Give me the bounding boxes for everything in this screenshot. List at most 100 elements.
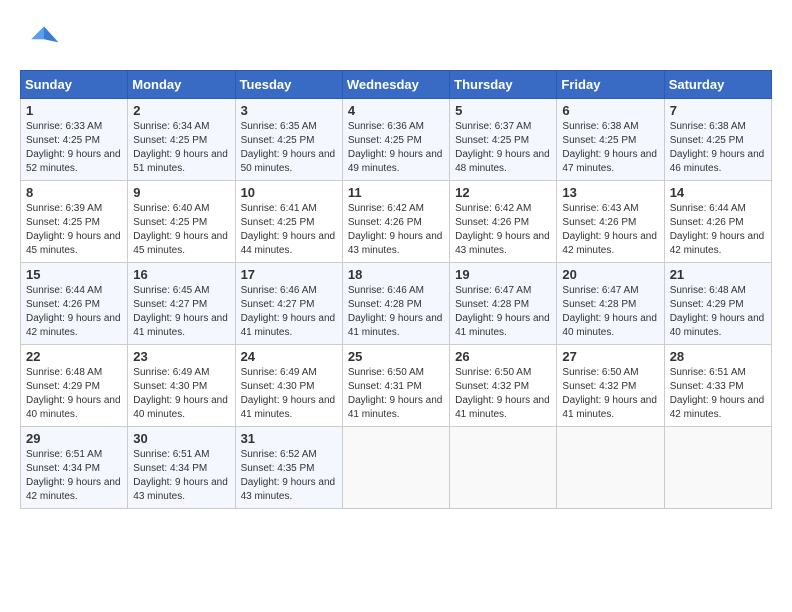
day-info: Sunrise: 6:45 AM Sunset: 4:27 PM Dayligh… (133, 284, 229, 340)
day-number: 19 (455, 267, 551, 282)
day-number: 28 (670, 349, 766, 364)
day-number: 5 (455, 103, 551, 118)
day-info: Sunrise: 6:42 AM Sunset: 4:26 PM Dayligh… (348, 202, 444, 258)
day-info: Sunrise: 6:39 AM Sunset: 4:25 PM Dayligh… (26, 202, 122, 258)
day-number: 29 (26, 431, 122, 446)
calendar-cell: 18 Sunrise: 6:46 AM Sunset: 4:28 PM Dayl… (342, 263, 449, 345)
day-info: Sunrise: 6:43 AM Sunset: 4:26 PM Dayligh… (562, 202, 658, 258)
calendar-cell: 9 Sunrise: 6:40 AM Sunset: 4:25 PM Dayli… (128, 181, 235, 263)
day-number: 15 (26, 267, 122, 282)
day-info: Sunrise: 6:47 AM Sunset: 4:28 PM Dayligh… (562, 284, 658, 340)
day-info: Sunrise: 6:50 AM Sunset: 4:31 PM Dayligh… (348, 366, 444, 422)
day-number: 30 (133, 431, 229, 446)
calendar-cell: 2 Sunrise: 6:34 AM Sunset: 4:25 PM Dayli… (128, 99, 235, 181)
day-number: 27 (562, 349, 658, 364)
calendar-table: SundayMondayTuesdayWednesdayThursdayFrid… (20, 70, 772, 509)
day-info: Sunrise: 6:49 AM Sunset: 4:30 PM Dayligh… (241, 366, 337, 422)
calendar-cell (664, 427, 771, 509)
calendar-cell: 19 Sunrise: 6:47 AM Sunset: 4:28 PM Dayl… (450, 263, 557, 345)
calendar-cell: 3 Sunrise: 6:35 AM Sunset: 4:25 PM Dayli… (235, 99, 342, 181)
weekday-header-tuesday: Tuesday (235, 71, 342, 99)
day-info: Sunrise: 6:33 AM Sunset: 4:25 PM Dayligh… (26, 120, 122, 176)
day-info: Sunrise: 6:50 AM Sunset: 4:32 PM Dayligh… (455, 366, 551, 422)
calendar-cell: 26 Sunrise: 6:50 AM Sunset: 4:32 PM Dayl… (450, 345, 557, 427)
calendar-cell: 10 Sunrise: 6:41 AM Sunset: 4:25 PM Dayl… (235, 181, 342, 263)
day-number: 24 (241, 349, 337, 364)
day-number: 22 (26, 349, 122, 364)
day-info: Sunrise: 6:48 AM Sunset: 4:29 PM Dayligh… (26, 366, 122, 422)
calendar-cell: 11 Sunrise: 6:42 AM Sunset: 4:26 PM Dayl… (342, 181, 449, 263)
weekday-header-monday: Monday (128, 71, 235, 99)
calendar-week-4: 22 Sunrise: 6:48 AM Sunset: 4:29 PM Dayl… (21, 345, 772, 427)
day-number: 2 (133, 103, 229, 118)
day-number: 12 (455, 185, 551, 200)
day-info: Sunrise: 6:51 AM Sunset: 4:33 PM Dayligh… (670, 366, 766, 422)
day-info: Sunrise: 6:44 AM Sunset: 4:26 PM Dayligh… (26, 284, 122, 340)
calendar-cell: 8 Sunrise: 6:39 AM Sunset: 4:25 PM Dayli… (21, 181, 128, 263)
calendar-cell: 25 Sunrise: 6:50 AM Sunset: 4:31 PM Dayl… (342, 345, 449, 427)
calendar-cell: 4 Sunrise: 6:36 AM Sunset: 4:25 PM Dayli… (342, 99, 449, 181)
calendar-cell: 1 Sunrise: 6:33 AM Sunset: 4:25 PM Dayli… (21, 99, 128, 181)
day-info: Sunrise: 6:48 AM Sunset: 4:29 PM Dayligh… (670, 284, 766, 340)
calendar-cell: 24 Sunrise: 6:49 AM Sunset: 4:30 PM Dayl… (235, 345, 342, 427)
calendar-cell: 31 Sunrise: 6:52 AM Sunset: 4:35 PM Dayl… (235, 427, 342, 509)
day-number: 13 (562, 185, 658, 200)
day-number: 20 (562, 267, 658, 282)
calendar-cell: 20 Sunrise: 6:47 AM Sunset: 4:28 PM Dayl… (557, 263, 664, 345)
day-info: Sunrise: 6:46 AM Sunset: 4:28 PM Dayligh… (348, 284, 444, 340)
weekday-header-sunday: Sunday (21, 71, 128, 99)
calendar-cell: 29 Sunrise: 6:51 AM Sunset: 4:34 PM Dayl… (21, 427, 128, 509)
day-info: Sunrise: 6:50 AM Sunset: 4:32 PM Dayligh… (562, 366, 658, 422)
calendar-week-2: 8 Sunrise: 6:39 AM Sunset: 4:25 PM Dayli… (21, 181, 772, 263)
day-number: 9 (133, 185, 229, 200)
calendar-cell: 12 Sunrise: 6:42 AM Sunset: 4:26 PM Dayl… (450, 181, 557, 263)
calendar-cell: 23 Sunrise: 6:49 AM Sunset: 4:30 PM Dayl… (128, 345, 235, 427)
calendar-week-1: 1 Sunrise: 6:33 AM Sunset: 4:25 PM Dayli… (21, 99, 772, 181)
day-number: 10 (241, 185, 337, 200)
day-info: Sunrise: 6:41 AM Sunset: 4:25 PM Dayligh… (241, 202, 337, 258)
weekday-header-row: SundayMondayTuesdayWednesdayThursdayFrid… (21, 71, 772, 99)
day-number: 7 (670, 103, 766, 118)
calendar-cell: 30 Sunrise: 6:51 AM Sunset: 4:34 PM Dayl… (128, 427, 235, 509)
day-number: 14 (670, 185, 766, 200)
calendar-week-3: 15 Sunrise: 6:44 AM Sunset: 4:26 PM Dayl… (21, 263, 772, 345)
day-info: Sunrise: 6:51 AM Sunset: 4:34 PM Dayligh… (133, 448, 229, 504)
day-number: 11 (348, 185, 444, 200)
calendar-cell (557, 427, 664, 509)
day-number: 8 (26, 185, 122, 200)
day-info: Sunrise: 6:46 AM Sunset: 4:27 PM Dayligh… (241, 284, 337, 340)
calendar-cell: 13 Sunrise: 6:43 AM Sunset: 4:26 PM Dayl… (557, 181, 664, 263)
day-number: 21 (670, 267, 766, 282)
day-number: 1 (26, 103, 122, 118)
calendar-cell: 7 Sunrise: 6:38 AM Sunset: 4:25 PM Dayli… (664, 99, 771, 181)
day-info: Sunrise: 6:40 AM Sunset: 4:25 PM Dayligh… (133, 202, 229, 258)
logo (20, 20, 64, 60)
page-header (20, 20, 772, 60)
day-info: Sunrise: 6:36 AM Sunset: 4:25 PM Dayligh… (348, 120, 444, 176)
day-number: 4 (348, 103, 444, 118)
calendar-cell: 16 Sunrise: 6:45 AM Sunset: 4:27 PM Dayl… (128, 263, 235, 345)
day-number: 31 (241, 431, 337, 446)
calendar-cell: 14 Sunrise: 6:44 AM Sunset: 4:26 PM Dayl… (664, 181, 771, 263)
day-number: 18 (348, 267, 444, 282)
calendar-cell: 15 Sunrise: 6:44 AM Sunset: 4:26 PM Dayl… (21, 263, 128, 345)
day-number: 3 (241, 103, 337, 118)
day-info: Sunrise: 6:47 AM Sunset: 4:28 PM Dayligh… (455, 284, 551, 340)
calendar-week-5: 29 Sunrise: 6:51 AM Sunset: 4:34 PM Dayl… (21, 427, 772, 509)
day-info: Sunrise: 6:35 AM Sunset: 4:25 PM Dayligh… (241, 120, 337, 176)
day-info: Sunrise: 6:51 AM Sunset: 4:34 PM Dayligh… (26, 448, 122, 504)
day-info: Sunrise: 6:38 AM Sunset: 4:25 PM Dayligh… (670, 120, 766, 176)
day-info: Sunrise: 6:38 AM Sunset: 4:25 PM Dayligh… (562, 120, 658, 176)
calendar-cell: 27 Sunrise: 6:50 AM Sunset: 4:32 PM Dayl… (557, 345, 664, 427)
day-info: Sunrise: 6:42 AM Sunset: 4:26 PM Dayligh… (455, 202, 551, 258)
day-info: Sunrise: 6:52 AM Sunset: 4:35 PM Dayligh… (241, 448, 337, 504)
calendar-cell: 5 Sunrise: 6:37 AM Sunset: 4:25 PM Dayli… (450, 99, 557, 181)
day-number: 6 (562, 103, 658, 118)
calendar-cell (450, 427, 557, 509)
day-info: Sunrise: 6:34 AM Sunset: 4:25 PM Dayligh… (133, 120, 229, 176)
weekday-header-wednesday: Wednesday (342, 71, 449, 99)
calendar-cell: 28 Sunrise: 6:51 AM Sunset: 4:33 PM Dayl… (664, 345, 771, 427)
weekday-header-saturday: Saturday (664, 71, 771, 99)
calendar-cell (342, 427, 449, 509)
day-info: Sunrise: 6:49 AM Sunset: 4:30 PM Dayligh… (133, 366, 229, 422)
